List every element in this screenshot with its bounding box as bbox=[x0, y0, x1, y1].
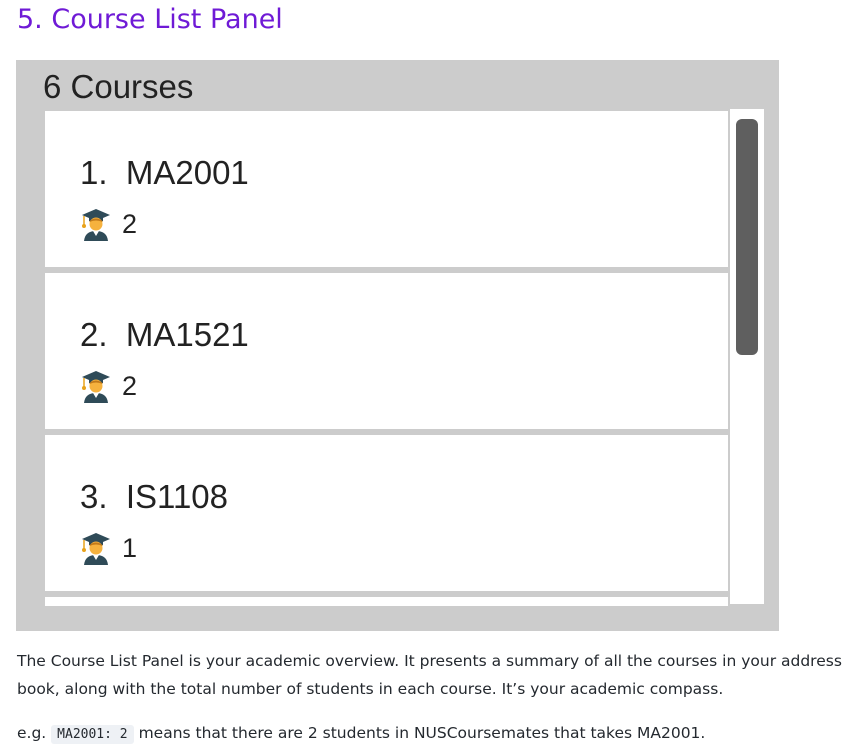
course-list[interactable]: 1. MA2001 2 2. MA1521 2 3. IS1108 1 bbox=[45, 111, 728, 606]
course-name: 3. IS1108 bbox=[80, 478, 229, 515]
student-count-row: 2 bbox=[80, 206, 137, 242]
section-heading: 5. Course List Panel bbox=[17, 4, 283, 35]
example-prefix: e.g. bbox=[17, 724, 47, 742]
course-name: 2. MA1521 bbox=[80, 316, 249, 353]
description-paragraph: The Course List Panel is your academic o… bbox=[17, 652, 842, 698]
student-count-row: 2 bbox=[80, 368, 137, 404]
course-list-panel: 6 Courses 1. MA2001 2 2. MA1521 2 3. IS1… bbox=[16, 60, 779, 631]
course-card[interactable]: 3. IS1108 1 bbox=[45, 435, 728, 591]
graduate-student-icon bbox=[82, 209, 110, 241]
course-card[interactable]: 1. MA2001 2 bbox=[45, 111, 728, 267]
graduate-student-icon bbox=[82, 533, 110, 565]
course-card-partial[interactable] bbox=[45, 597, 728, 606]
course-count-title: 6 Courses bbox=[43, 68, 194, 105]
student-count: 2 bbox=[122, 208, 138, 239]
course-name: 1. MA2001 bbox=[80, 154, 249, 191]
student-count-row: 1 bbox=[80, 530, 137, 566]
course-card[interactable]: 2. MA1521 2 bbox=[45, 273, 728, 429]
scrollbar-track[interactable] bbox=[730, 109, 764, 604]
example-paragraph: e.g. MA2001: 2 means that there are 2 st… bbox=[17, 719, 851, 749]
graduate-student-icon bbox=[82, 371, 110, 403]
student-count: 1 bbox=[122, 532, 138, 563]
example-suffix: means that there are 2 students in NUSCo… bbox=[138, 724, 706, 742]
example-code: MA2001: 2 bbox=[51, 725, 134, 744]
student-count: 2 bbox=[122, 370, 138, 401]
scrollbar-thumb[interactable] bbox=[736, 119, 758, 355]
